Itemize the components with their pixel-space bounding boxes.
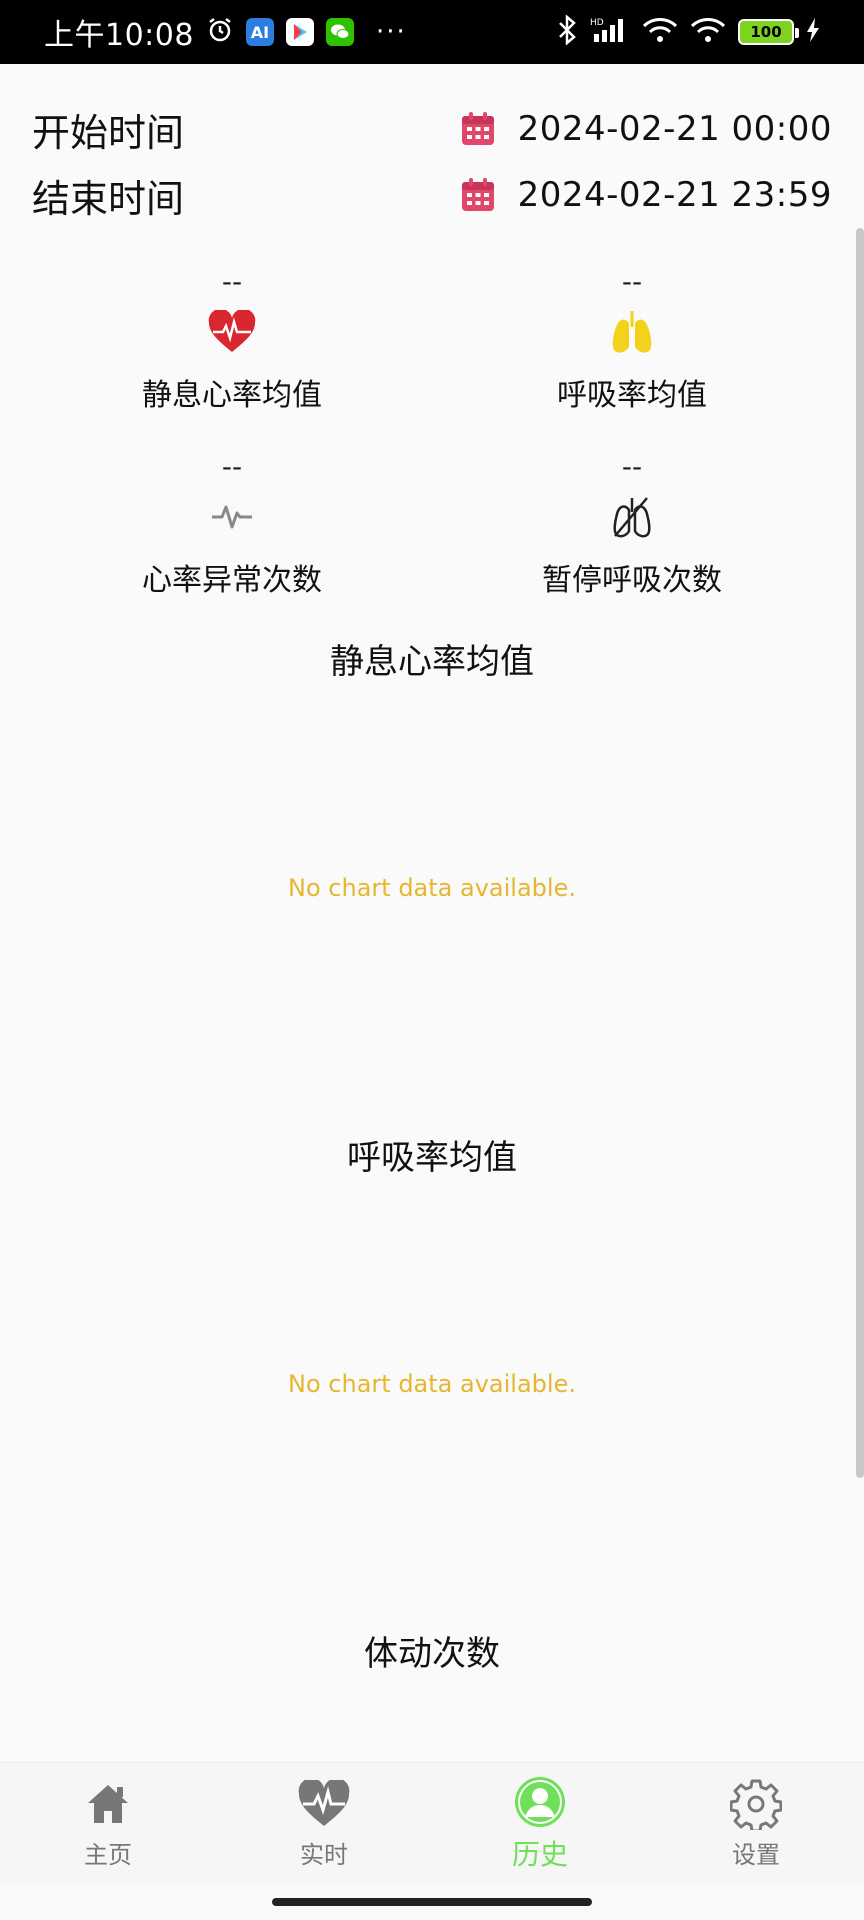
chart-empty-message: No chart data available. (288, 1370, 576, 1398)
end-time-value[interactable]: 2024-02-21 23:59 (518, 175, 832, 215)
chart-title-resting-heart-rate: 静息心率均值 (330, 642, 534, 682)
play-store-icon (285, 18, 314, 46)
chart-title-body-movement: 体动次数 (364, 1634, 500, 1674)
home-indicator[interactable] (272, 1898, 592, 1906)
stat-label: 暂停呼吸次数 (542, 563, 722, 598)
svg-text:HD: HD (590, 18, 604, 28)
wechat-icon (325, 18, 354, 46)
stat-label: 静息心率均值 (142, 378, 322, 413)
nav-label: 实时 (300, 1841, 348, 1869)
heart-monitor-icon (298, 1780, 350, 1826)
user-circle-icon (515, 1776, 565, 1827)
stat-heart-rate-abnormal: -- 心率异常次数 (16, 447, 448, 599)
status-time: 上午10:08 (44, 18, 194, 53)
end-time-row[interactable]: 结束时间 2024-02-21 23:59 (0, 162, 864, 228)
nav-label: 设置 (732, 1841, 780, 1869)
stat-value: -- (221, 265, 243, 298)
nav-item-home[interactable]: 主页 (0, 1763, 216, 1884)
stat-value: -- (621, 450, 643, 483)
start-time-value[interactable]: 2024-02-21 00:00 (518, 109, 832, 149)
nav-item-realtime[interactable]: 实时 (216, 1763, 432, 1884)
chart-empty-message: No chart data available. (288, 874, 576, 902)
stat-label: 呼吸率均值 (557, 378, 707, 413)
more-notifications-icon: ··· (375, 17, 407, 47)
start-time-row[interactable]: 开始时间 2024-02-21 00:00 (0, 96, 864, 162)
home-icon (88, 1785, 128, 1823)
stat-resting-heart-rate: -- 静息心率均值 (16, 262, 448, 414)
stat-respiration-rate: -- 呼吸率均值 (416, 262, 848, 414)
bottom-nav: 主页 实时 历史 设置 (0, 1762, 864, 1884)
pulse-line-icon (212, 505, 252, 529)
end-time-label: 结束时间 (32, 176, 185, 221)
stat-label: 心率异常次数 (142, 563, 322, 598)
nav-item-history[interactable]: 历史 (432, 1763, 648, 1884)
status-bar: 上午10:08 AI ··· HD 100 (0, 0, 864, 64)
cellular-signal-icon: HD (590, 16, 630, 48)
bluetooth-icon (556, 14, 578, 49)
heart-pulse-icon (208, 310, 256, 352)
scrollbar[interactable] (856, 228, 864, 1478)
wifi-icon (642, 16, 678, 48)
lungs-icon (612, 311, 652, 353)
calendar-icon[interactable] (460, 177, 496, 213)
lungs-crossed-icon (613, 497, 651, 538)
gear-icon (730, 1779, 782, 1830)
nav-label: 历史 (511, 1837, 568, 1871)
chart-title-respiration-rate: 呼吸率均值 (347, 1138, 517, 1178)
start-time-label: 开始时间 (32, 110, 185, 155)
alarm-icon (206, 16, 234, 48)
calendar-icon[interactable] (460, 111, 496, 147)
ai-app-icon: AI (245, 18, 274, 46)
nav-item-settings[interactable]: 设置 (648, 1763, 864, 1884)
wifi-icon-secondary (690, 16, 726, 48)
stat-value: -- (221, 450, 243, 483)
battery-indicator: 100 (738, 19, 799, 45)
charging-icon (806, 18, 820, 46)
stat-value: -- (621, 265, 643, 298)
nav-label: 主页 (84, 1841, 132, 1869)
stat-apnea-count: -- 暂停呼吸次数 (416, 447, 848, 599)
